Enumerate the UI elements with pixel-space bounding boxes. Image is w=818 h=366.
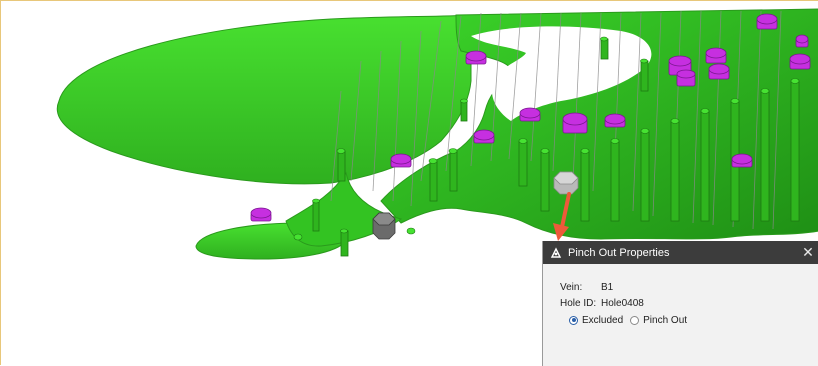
pinch-out-label: Pinch Out xyxy=(643,314,688,326)
hole-id-row: Hole ID: Hole0408 xyxy=(560,296,818,310)
dialog-body: Vein: B1 Hole ID: Hole0408 Excluded Pinc… xyxy=(543,264,818,328)
hole-id-label: Hole ID: xyxy=(560,297,597,309)
vein-value: B1 xyxy=(601,281,614,293)
close-icon[interactable]: ✕ xyxy=(801,244,815,260)
vein-row: Vein: B1 xyxy=(560,280,818,294)
excluded-radio-dot[interactable] xyxy=(569,315,578,325)
excluded-label: Excluded xyxy=(582,314,624,326)
pinch-out-radio-dot[interactable] xyxy=(630,315,640,325)
pinch-out-properties-dialog: Pinch Out Properties ✕ Vein: B1 Hole ID:… xyxy=(542,241,818,366)
hole-id-value: Hole0408 xyxy=(601,297,644,309)
excluded-radio[interactable]: Excluded xyxy=(569,315,623,326)
vein-label: Vein: xyxy=(560,281,583,293)
dialog-titlebar[interactable]: Pinch Out Properties ✕ xyxy=(543,241,818,264)
pinch-out-marker[interactable] xyxy=(553,171,579,195)
dialog-title: Pinch Out Properties xyxy=(568,246,670,259)
viewport-frame: Pinch Out Properties ✕ Vein: B1 Hole ID:… xyxy=(0,0,818,366)
selected-pinch-out-marker[interactable] xyxy=(372,212,396,240)
app-icon xyxy=(549,246,563,260)
pinch-out-radio[interactable]: Pinch Out xyxy=(630,315,687,326)
pinch-out-options: Excluded Pinch Out xyxy=(569,312,818,328)
